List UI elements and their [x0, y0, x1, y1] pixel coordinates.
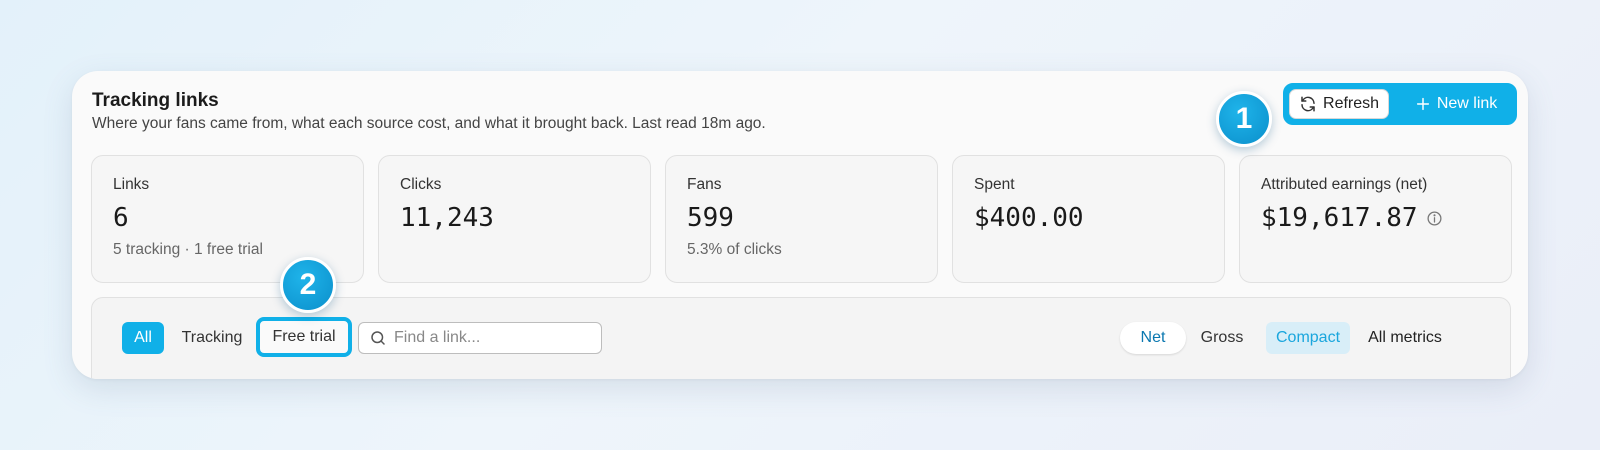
info-icon[interactable] [1426, 210, 1443, 227]
view-all-metrics[interactable]: All metrics [1360, 322, 1450, 354]
stat-value-text: 11,243 [400, 203, 494, 233]
stat-card-earnings: Attributed earnings (net) $19,617.87 [1239, 155, 1512, 283]
filter-free-trial[interactable]: Free trial [256, 317, 352, 357]
stat-value: $400.00 [974, 203, 1203, 233]
tracking-links-card: Tracking links Where your fans came from… [72, 71, 1528, 379]
plus-icon [1415, 96, 1431, 112]
toggle-net[interactable]: Net [1120, 322, 1186, 354]
refresh-button[interactable]: Refresh [1289, 89, 1390, 119]
stat-label: Clicks [400, 176, 442, 193]
header-actions: Refresh New link [1283, 83, 1517, 125]
new-link-label: New link [1436, 95, 1498, 112]
page-subtitle: Where your fans came from, what each sou… [92, 115, 766, 132]
stat-label: Attributed earnings (net) [1261, 176, 1428, 193]
stat-value: 599 [687, 203, 916, 233]
stat-card-clicks: Clicks 11,243 [378, 155, 651, 283]
refresh-icon [1299, 95, 1317, 113]
new-link-button[interactable]: New link [1401, 88, 1511, 120]
search-icon [369, 329, 387, 347]
stat-value: $19,617.87 [1261, 203, 1490, 233]
refresh-label: Refresh [1323, 95, 1380, 112]
stat-label: Spent [974, 176, 1015, 193]
stat-value-text: $400.00 [974, 203, 1084, 233]
stat-value: 11,243 [400, 203, 629, 233]
search-box[interactable] [358, 322, 602, 354]
stat-value-text: $19,617.87 [1261, 203, 1418, 233]
stat-card-spent: Spent $400.00 [952, 155, 1225, 283]
stat-label: Links [113, 176, 150, 193]
stat-card-fans: Fans 599 5.3% of clicks [665, 155, 938, 283]
toggle-gross[interactable]: Gross [1192, 322, 1252, 354]
stat-value-text: 6 [113, 203, 129, 233]
step-badge-2: 2 [280, 257, 336, 313]
stat-value: 6 [113, 203, 342, 233]
filter-all[interactable]: All [122, 322, 164, 354]
step-badge-1: 1 [1216, 91, 1272, 147]
stat-label: Fans [687, 176, 722, 193]
filter-tracking[interactable]: Tracking [176, 322, 248, 354]
page-title: Tracking links [92, 90, 219, 111]
stat-sub: 5.3% of clicks [687, 241, 782, 258]
search-input[interactable] [394, 329, 584, 347]
view-compact[interactable]: Compact [1266, 322, 1350, 354]
stat-value-text: 599 [687, 203, 734, 233]
